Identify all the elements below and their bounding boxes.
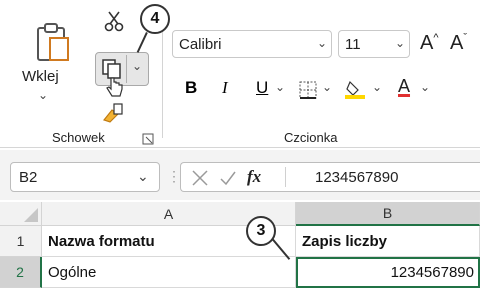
row-header-2[interactable]: 2 bbox=[0, 257, 42, 288]
grow-font-label: A bbox=[420, 32, 434, 54]
more-options-icon[interactable]: ⋮ bbox=[167, 168, 181, 185]
clipboard-group-label: Schowek bbox=[52, 130, 105, 145]
clipboard-icon bbox=[37, 23, 69, 61]
ribbon: Wklej ⌄ ⌄ Schowek Calibri ⌄ 11 ⌄ A^ Aˇ B… bbox=[0, 0, 480, 148]
row-header-1[interactable]: 1 bbox=[0, 226, 42, 257]
chevron-down-icon: ⌄ bbox=[38, 88, 49, 102]
name-box-value: B2 bbox=[19, 169, 38, 186]
cell-b1[interactable]: Zapis liczby bbox=[296, 226, 480, 257]
cell-b2-selected[interactable]: 1234567890 bbox=[296, 257, 480, 288]
chevron-down-icon: ⌄ bbox=[317, 36, 328, 50]
select-all-corner[interactable] bbox=[0, 202, 42, 226]
font-name-dropdown[interactable]: Calibri ⌄ bbox=[172, 30, 332, 58]
formula-bar[interactable]: fx 1234567890 bbox=[180, 162, 480, 192]
callout-badge-4: 4 bbox=[140, 4, 170, 34]
enter-check-icon[interactable] bbox=[219, 169, 237, 187]
insert-function-icon[interactable]: fx bbox=[247, 167, 261, 187]
column-header-b[interactable]: B bbox=[296, 202, 480, 226]
shrink-font-button[interactable]: Aˇ bbox=[450, 32, 467, 55]
font-size-dropdown[interactable]: 11 ⌄ bbox=[338, 30, 410, 58]
paste-label: Wklej bbox=[22, 68, 59, 85]
chevron-down-icon: ⌄ bbox=[395, 36, 406, 50]
callout-badge-3: 3 bbox=[246, 216, 276, 246]
cell-a2[interactable]: Ogólne bbox=[42, 257, 296, 288]
select-all-triangle-icon bbox=[24, 208, 38, 222]
ribbon-separator bbox=[0, 147, 480, 148]
name-box[interactable]: B2 ⌄ bbox=[10, 162, 160, 192]
chevron-down-icon[interactable]: ⌄ bbox=[420, 80, 430, 94]
grow-font-button[interactable]: A^ bbox=[420, 32, 439, 55]
chevron-down-icon[interactable]: ⌄ bbox=[322, 80, 332, 94]
chevron-down-icon[interactable]: ⌄ bbox=[132, 59, 142, 73]
underline-button[interactable]: U bbox=[256, 78, 268, 98]
font-name-value: Calibri bbox=[179, 35, 222, 53]
formula-value: 1234567890 bbox=[315, 169, 399, 186]
borders-icon[interactable] bbox=[298, 80, 318, 100]
bold-button[interactable]: B bbox=[185, 78, 197, 98]
format-painter-icon[interactable] bbox=[100, 100, 126, 124]
chevron-down-icon[interactable]: ⌄ bbox=[372, 80, 382, 94]
font-size-value: 11 bbox=[345, 35, 361, 53]
chevron-down-icon[interactable]: ⌄ bbox=[275, 80, 285, 94]
paste-button[interactable]: Wklej ⌄ bbox=[22, 20, 74, 110]
font-group-label: Czcionka bbox=[284, 130, 338, 145]
dialog-launcher-icon[interactable] bbox=[142, 133, 154, 145]
hand-cursor-icon bbox=[106, 77, 123, 97]
callout-pointer-line bbox=[136, 32, 148, 53]
scissors-icon[interactable] bbox=[104, 10, 124, 32]
font-color-button[interactable]: A bbox=[398, 76, 410, 97]
cancel-icon[interactable] bbox=[191, 169, 209, 187]
dropdown-separator bbox=[126, 55, 127, 83]
formula-separator bbox=[285, 167, 286, 187]
fill-color-icon[interactable] bbox=[344, 78, 366, 100]
shrink-font-label: A bbox=[450, 32, 464, 54]
italic-button[interactable]: I bbox=[222, 78, 228, 98]
chevron-down-icon[interactable]: ⌄ bbox=[137, 168, 149, 185]
